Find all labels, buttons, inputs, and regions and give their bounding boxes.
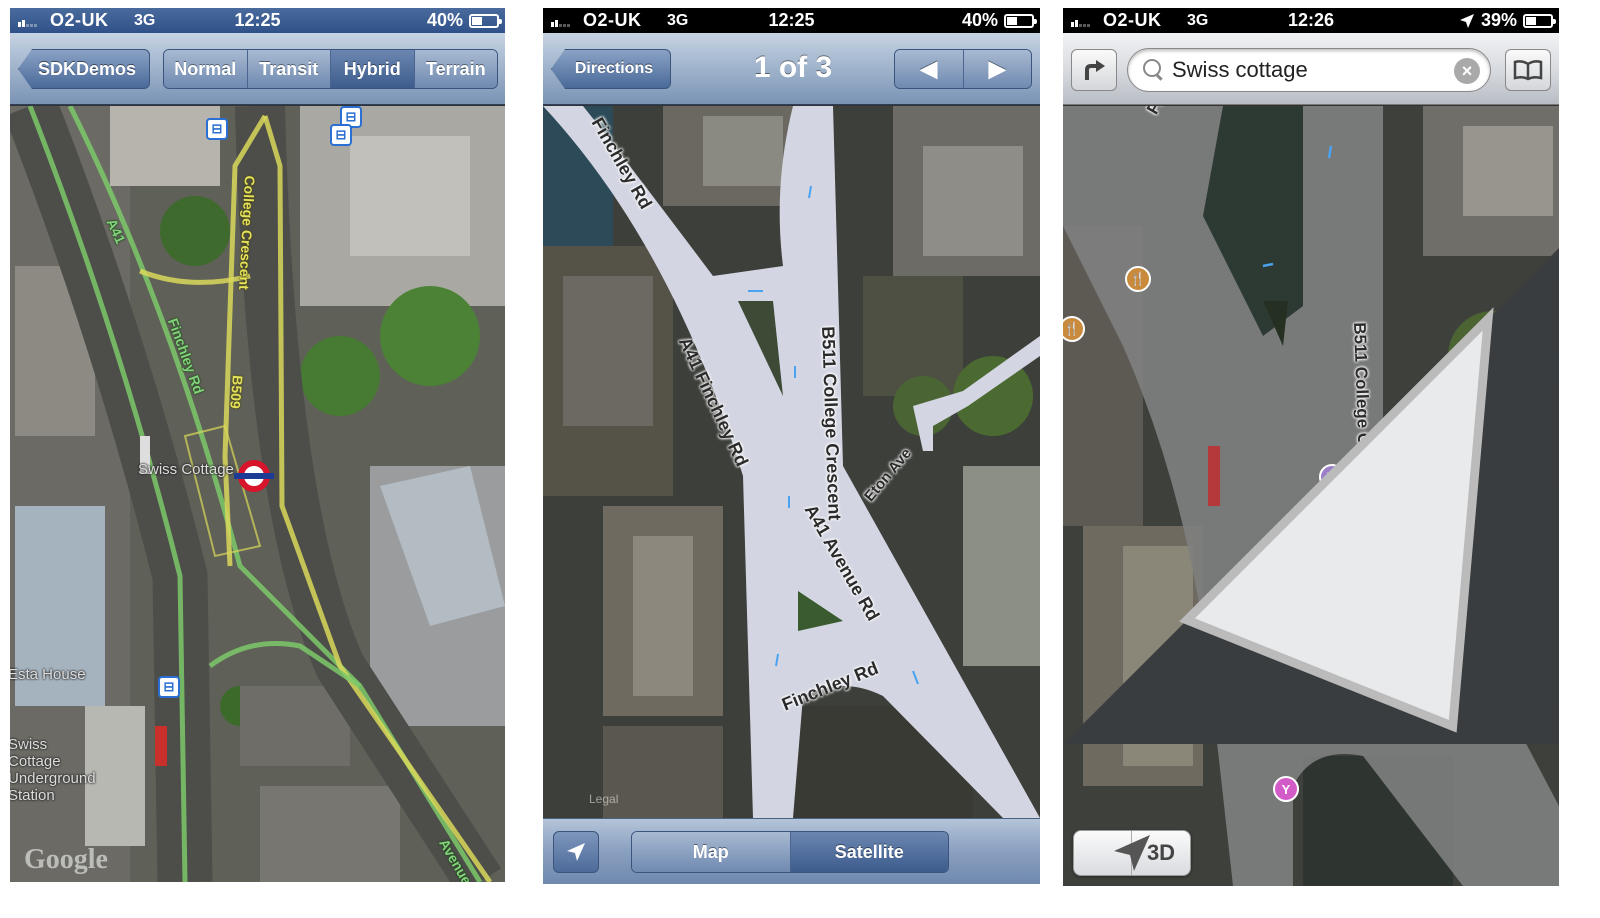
triangle-right-icon: ▶ (988, 56, 1006, 81)
search-input[interactable] (1172, 57, 1432, 83)
google-attribution-logo: Google (24, 844, 108, 875)
turn-right-arrow-icon (1085, 60, 1105, 80)
place-label-swiss-cottage-station: Swiss Cottage Underground Station (10, 736, 96, 804)
map-view-hybrid[interactable]: A41 College Crescent Finchley Rd B509 Av… (10, 106, 505, 882)
battery-percent: 40% (961, 10, 998, 30)
phone-screen-directions: O2-UK 3G 12:25 40% Directions 1 of 3 ◀ ▶ (543, 8, 1040, 884)
location-services-icon (1459, 13, 1474, 28)
clear-search-button[interactable]: × (1454, 58, 1480, 84)
bottom-toolbar: Map Satellite (543, 818, 1040, 884)
phone-screen-google-maps-sdk: O2-UK 3G 12:25 40% SDKDemos Normal Trans… (10, 8, 505, 882)
navigation-bar: Directions 1 of 3 ◀ ▶ (543, 33, 1040, 105)
previous-step-button[interactable]: ◀ (895, 50, 964, 88)
bus-stop-icon[interactable]: ⊟ (158, 676, 180, 698)
map-mode-satellite[interactable]: Satellite (790, 832, 948, 872)
map-type-hybrid[interactable]: Hybrid (331, 50, 415, 88)
legal-link[interactable]: Legal (589, 792, 618, 806)
status-bar: O2-UK 3G 12:26 39% (1063, 8, 1559, 33)
battery-icon (1004, 13, 1037, 28)
map-type-normal[interactable]: Normal (164, 50, 248, 88)
battery-icon (469, 13, 502, 28)
underground-station-icon[interactable] (234, 460, 274, 492)
step-navigation-control: ◀ ▶ (894, 49, 1032, 89)
battery-percent: 39% (1480, 10, 1517, 30)
place-label-swiss-cottage: Swiss Cottage (138, 461, 234, 478)
search-bar: × (1063, 33, 1559, 105)
page-curl-button[interactable] (1063, 106, 1559, 886)
battery-icon (1523, 13, 1556, 28)
navigation-bar: SDKDemos Normal Transit Hybrid Terrain (10, 33, 505, 105)
triangle-left-icon: ◀ (920, 56, 938, 81)
directions-button[interactable] (1071, 49, 1117, 91)
bus-stop-icon[interactable]: ⊟ (206, 118, 228, 140)
location-arrow-icon (567, 843, 585, 861)
bookmarks-button[interactable] (1505, 49, 1551, 91)
status-bar: O2-UK 3G 12:25 40% (10, 8, 505, 33)
step-counter-title: 1 of 3 (753, 51, 833, 84)
back-button-directions[interactable]: Directions (551, 49, 671, 89)
map-mode-segmented-control: Map Satellite (631, 831, 949, 873)
battery-percent: 40% (426, 10, 463, 30)
bus-stop-icon[interactable]: ⊟ (330, 124, 352, 146)
status-bar: O2-UK 3G 12:25 40% (543, 8, 1040, 33)
back-button-sdkdemos[interactable]: SDKDemos (18, 49, 150, 89)
search-icon (1142, 58, 1166, 82)
map-type-terrain[interactable]: Terrain (414, 50, 497, 88)
place-label-esta-house: Esta House (10, 666, 86, 683)
next-step-button[interactable]: ▶ (963, 50, 1031, 88)
map-type-segmented-control: Normal Transit Hybrid Terrain (163, 49, 498, 89)
search-field: × (1127, 48, 1491, 92)
phone-screen-search: O2-UK 3G 12:26 39% × (1063, 8, 1559, 886)
map-type-transit[interactable]: Transit (247, 50, 331, 88)
map-view-standard-satellite[interactable]: Finchley Rd B511 College Crescent Eton A… (1063, 106, 1559, 886)
open-book-icon (1513, 60, 1543, 81)
map-mode-map[interactable]: Map (632, 832, 791, 872)
map-view-satellite[interactable]: Finchley Rd A41 Finchley Rd B511 College… (543, 106, 1040, 818)
road-label-b509: B509 (227, 374, 246, 410)
current-location-button[interactable] (553, 831, 599, 873)
